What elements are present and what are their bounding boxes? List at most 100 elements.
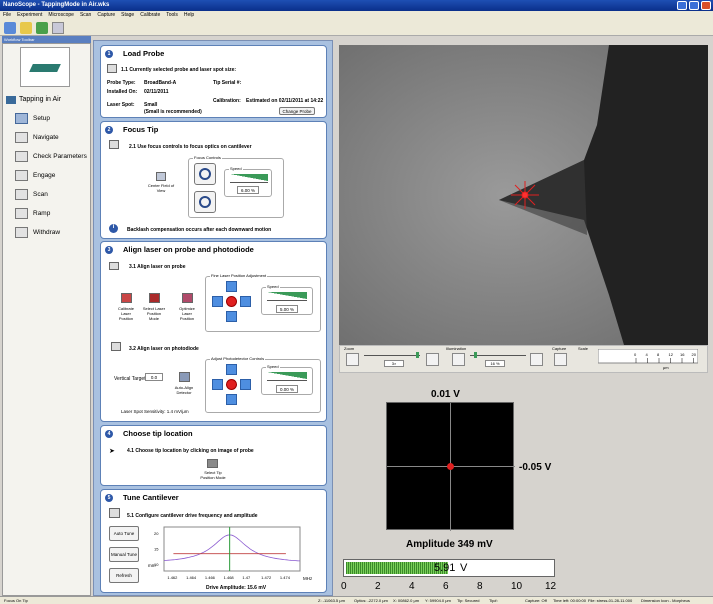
pd-left-arrow[interactable] — [212, 379, 223, 390]
change-probe-button[interactable]: Change Probe — [279, 107, 315, 115]
open-folder-icon[interactable] — [20, 22, 32, 34]
laser-left-arrow[interactable] — [212, 296, 223, 307]
laser-up-arrow[interactable] — [226, 281, 237, 292]
workflow-engage[interactable]: Engage — [15, 167, 55, 184]
scale-bar: μm 0 4 8 12 16 20 — [598, 349, 698, 370]
close-button[interactable] — [701, 1, 711, 10]
laser-down-arrow[interactable] — [226, 311, 237, 322]
menu-microscope[interactable]: Microscope — [48, 12, 74, 19]
select-laser-mode-icon[interactable] — [149, 293, 160, 303]
x-tick-label: 1.462 — [167, 575, 178, 580]
auto-align-icon[interactable] — [179, 372, 190, 382]
pd-center-button[interactable] — [226, 379, 237, 390]
illumination-slider-thumb[interactable] — [474, 352, 477, 358]
pd-right-arrow[interactable] — [240, 379, 251, 390]
optimize-laser-icon[interactable] — [182, 293, 193, 303]
tip-position-icon[interactable] — [207, 459, 218, 468]
minimize-button[interactable] — [677, 1, 687, 10]
new-experiment-icon[interactable] — [4, 22, 16, 34]
focus-down-button[interactable] — [194, 191, 216, 213]
ramp-icon — [15, 208, 28, 219]
title-bar: NanoScope - TappingMode in Air.wks — [0, 0, 713, 11]
optimize-laser-label: Optimize Laser Position — [179, 306, 195, 321]
auto-tune-button[interactable]: Auto Tune — [109, 526, 139, 541]
laser-spot-icon — [511, 181, 539, 209]
speed-label: Speed — [266, 284, 280, 289]
menu-help[interactable]: Help — [184, 12, 194, 19]
speed-value-field[interactable]: 6.00 % — [237, 186, 259, 194]
workflow-withdraw[interactable]: Withdraw — [15, 224, 60, 241]
menu-scan[interactable]: Scan — [80, 12, 91, 19]
probe-image — [339, 45, 708, 345]
print-icon[interactable] — [52, 22, 64, 34]
status-capture: Capture: Off — [525, 598, 547, 603]
illumination-up-icon[interactable] — [530, 353, 543, 366]
horizontal-deflection: -0.05 V — [519, 462, 552, 473]
manual-tune-button[interactable]: Manual Tune — [109, 547, 139, 562]
step-label: 5.1 Configure cantilever drive frequency… — [127, 513, 258, 519]
tip-serial-label: Tip Serial #: — [213, 80, 242, 86]
pd-down-arrow[interactable] — [226, 394, 237, 405]
maximize-button[interactable] — [689, 1, 699, 10]
section-align-laser: 3 Align laser on probe and photodiode 3.1… — [100, 241, 327, 422]
status-z: Z: -11063.5 μm — [318, 598, 345, 603]
pointer-icon: ➤ — [109, 448, 115, 455]
capture-camera-icon[interactable] — [554, 353, 567, 366]
laser-sensitivity: Laser Spot Sensitivity: 1.4 mV/μm — [121, 409, 189, 414]
menu-calibrate[interactable]: Calibrate — [140, 12, 160, 19]
pd-speed-group: Speed 0.00 % — [261, 364, 313, 395]
camera-view[interactable] — [339, 45, 708, 345]
zoom-in-icon[interactable] — [426, 353, 439, 366]
illumination-value[interactable]: 16 % — [485, 360, 505, 367]
center-field-icon[interactable] — [156, 172, 166, 181]
workflow-scan[interactable]: Scan — [15, 186, 48, 203]
menu-stage[interactable]: Stage — [121, 12, 134, 19]
laser-right-arrow[interactable] — [240, 296, 251, 307]
laser-speed-group: Speed 5.00 % — [261, 284, 313, 315]
speed-label: Speed — [229, 166, 243, 171]
speed-slider[interactable] — [230, 182, 268, 183]
menu-experiment[interactable]: Experiment — [17, 12, 42, 19]
speed-slider[interactable] — [267, 300, 307, 301]
vertical-target-field[interactable]: 0.0 — [145, 373, 163, 381]
workflow-setup[interactable]: Setup — [15, 110, 50, 127]
focus-up-button[interactable] — [194, 163, 216, 185]
step-label: 2.1 Use focus controls to focus optics o… — [129, 144, 252, 150]
scale-tick-label: 2 — [375, 581, 381, 592]
illumination-down-icon[interactable] — [452, 353, 465, 366]
sum-signal-unit: V — [460, 562, 468, 574]
calibrate-laser-label: Calibrate Laser Position — [117, 306, 134, 321]
refresh-button[interactable]: Refresh — [109, 568, 139, 583]
navigate-icon — [15, 132, 28, 143]
illumination-slider[interactable] — [470, 355, 526, 356]
menu-tools[interactable]: Tools — [166, 12, 178, 19]
zoom-slider[interactable] — [364, 355, 420, 356]
menu-capture[interactable]: Capture — [97, 12, 115, 19]
workflow-navigate[interactable]: Navigate — [15, 129, 59, 146]
save-icon[interactable] — [36, 22, 48, 34]
laser-center-button[interactable] — [226, 296, 237, 307]
step-number: 2 — [105, 125, 113, 134]
scale-unit: μm — [663, 365, 669, 370]
sum-signal-value: 5.91 — [434, 562, 456, 574]
speed-value-field[interactable]: 5.00 % — [276, 305, 298, 313]
calibrate-laser-icon[interactable] — [121, 293, 132, 303]
menu-file[interactable]: File — [3, 12, 11, 19]
section-title: Load Probe — [123, 49, 165, 58]
pd-up-arrow[interactable] — [226, 364, 237, 375]
speed-ramp-icon — [267, 372, 307, 379]
section-tip-location: 4 Choose tip location ➤ 4.1 Choose tip lo… — [100, 425, 327, 486]
calibration-value: Estimated on 02/11/2011 at 14:22 — [246, 98, 324, 104]
zoom-out-icon[interactable] — [346, 353, 359, 366]
focus-up-icon — [199, 168, 211, 180]
status-tip: Tip: Secured — [457, 598, 480, 603]
speed-slider[interactable] — [267, 380, 307, 381]
speed-ramp-icon — [230, 174, 268, 181]
status-tip-number: Tip#: — [489, 598, 498, 603]
workflow-ramp[interactable]: Ramp — [15, 205, 50, 222]
workflow-toolbar: Tapping in Air Setup Navigate Check Para… — [2, 43, 91, 596]
speed-value-field[interactable]: 0.00 % — [276, 385, 298, 393]
workflow-check-parameters[interactable]: Check Parameters — [15, 148, 87, 165]
zoom-slider-thumb[interactable] — [416, 352, 419, 358]
zoom-value[interactable]: 3× — [384, 360, 404, 367]
